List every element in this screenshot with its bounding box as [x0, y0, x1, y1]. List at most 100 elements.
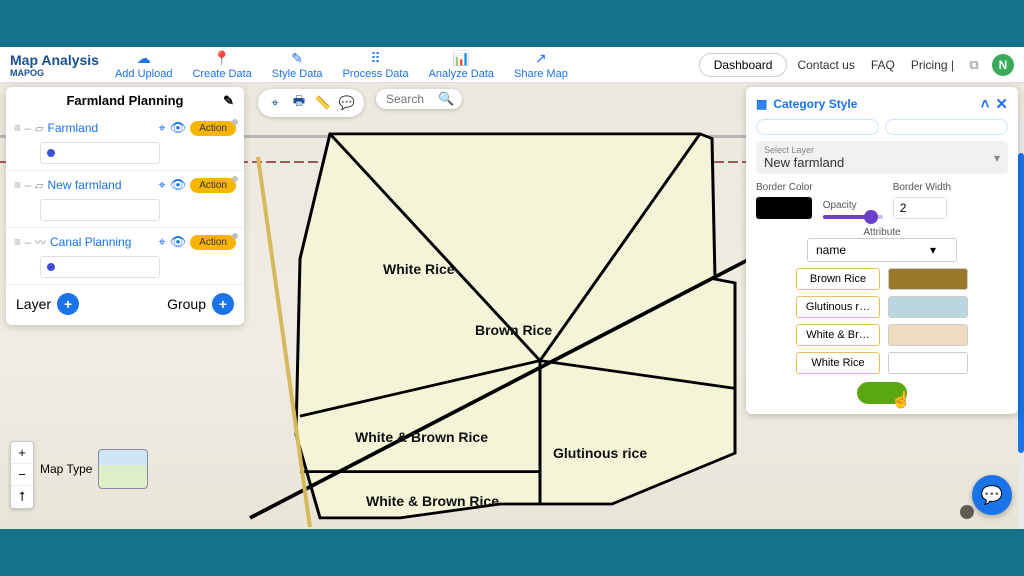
- process-icon: ⠿: [370, 50, 380, 67]
- apply-button[interactable]: [857, 382, 907, 404]
- line-icon: 〰: [35, 234, 46, 250]
- print-icon[interactable]: 🖶: [288, 92, 310, 114]
- drag-handle-icon[interactable]: ≡ –: [14, 121, 31, 135]
- category-label[interactable]: Glutinous r…: [796, 296, 880, 318]
- map-label-white-rice: White Rice: [383, 261, 455, 277]
- menu-create-data[interactable]: 📍Create Data: [184, 48, 259, 82]
- measure-icon[interactable]: 📏: [312, 92, 334, 114]
- layer-name[interactable]: Farmland: [47, 121, 154, 135]
- attribute-select[interactable]: name ▾: [807, 238, 957, 262]
- map-label-wb-rice-1: White & Brown Rice: [355, 429, 488, 445]
- action-button[interactable]: Action: [190, 235, 236, 250]
- opacity-label: Opacity: [823, 200, 883, 211]
- layers-panel: Farmland Planning ✎ ≡ – ▱ Farmland ⌖ 👁 A…: [6, 87, 244, 325]
- collapse-icon[interactable]: ˄: [981, 96, 990, 113]
- category-label[interactable]: White Rice: [796, 352, 880, 374]
- menu-share-map[interactable]: ↗Share Map: [506, 48, 576, 82]
- add-group-button[interactable]: +: [212, 293, 234, 315]
- north-arrow-button[interactable]: ⭡: [11, 486, 33, 508]
- drag-handle-icon[interactable]: ≡ –: [14, 178, 31, 192]
- pricing-link[interactable]: Pricing |: [905, 58, 960, 72]
- category-row: Brown Rice: [796, 268, 968, 290]
- select-layer-dropdown[interactable]: Select Layer New farmland ▾: [756, 141, 1008, 174]
- action-button[interactable]: Action: [190, 121, 236, 136]
- map-search[interactable]: 🔍: [376, 89, 462, 109]
- menu-style-data[interactable]: ✎Style Data: [264, 48, 331, 82]
- search-icon[interactable]: 🔍: [438, 91, 454, 107]
- add-layer-button[interactable]: +: [57, 293, 79, 315]
- chevron-down-icon: ▾: [930, 243, 936, 257]
- layer-style-swatch[interactable]: [40, 256, 160, 278]
- border-width-label: Border Width: [893, 182, 951, 193]
- zoom-to-icon[interactable]: ⌖: [158, 177, 165, 193]
- maptype-thumbnail[interactable]: [98, 449, 148, 489]
- drag-handle-icon[interactable]: ≡ –: [14, 235, 31, 249]
- category-list: Brown Rice Glutinous r… White & Br… Whit…: [756, 268, 1008, 374]
- close-icon[interactable]: ✕: [995, 95, 1008, 113]
- menu-add-upload[interactable]: ☁Add Upload: [107, 48, 181, 82]
- layer-row: ≡ – 〰 Canal Planning ⌖ 👁 Action: [6, 228, 244, 285]
- border-color-swatch[interactable]: [756, 197, 812, 219]
- visibility-icon[interactable]: 👁: [170, 177, 187, 193]
- map-label-brown-rice: Brown Rice: [475, 322, 552, 338]
- layer-style-swatch[interactable]: [40, 142, 160, 164]
- edit-title-icon[interactable]: ✎: [223, 93, 234, 109]
- zoom-out-button[interactable]: −: [11, 464, 33, 486]
- dashboard-button[interactable]: Dashboard: [699, 53, 788, 77]
- layer-name[interactable]: Canal Planning: [50, 235, 154, 249]
- category-label[interactable]: White & Br…: [796, 324, 880, 346]
- chevron-down-icon: ▾: [994, 151, 1000, 165]
- pencil-icon: ✎: [291, 50, 303, 67]
- visibility-icon[interactable]: 👁: [170, 120, 187, 136]
- faq-link[interactable]: FAQ: [865, 58, 901, 72]
- layer-name[interactable]: New farmland: [47, 178, 154, 192]
- style-mode-tabs[interactable]: [756, 119, 1008, 135]
- contact-link[interactable]: Contact us: [791, 58, 860, 72]
- maptype-label: Map Type: [40, 462, 92, 476]
- zoom-in-button[interactable]: +: [11, 442, 33, 464]
- brand-sub: MAPOG: [10, 68, 103, 78]
- category-color-swatch[interactable]: [888, 268, 968, 290]
- border-width-input[interactable]: [893, 197, 947, 219]
- maptype-switcher: Map Type: [40, 449, 148, 489]
- main-area: White Rice Brown Rice White & Brown Rice…: [0, 83, 1024, 529]
- category-row: White Rice: [796, 352, 968, 374]
- grid-icon: ▦: [756, 97, 767, 111]
- category-color-swatch[interactable]: [888, 352, 968, 374]
- apps-icon[interactable]: ⧉: [964, 57, 984, 73]
- category-style-panel: ▦ Category Style ˄ ✕ Select Layer New fa…: [746, 87, 1018, 414]
- avatar[interactable]: N: [992, 54, 1014, 76]
- chat-fab[interactable]: 💬: [972, 475, 1012, 515]
- visibility-icon[interactable]: 👁: [170, 234, 187, 250]
- pin-icon: 📍: [213, 50, 230, 67]
- layer-style-swatch[interactable]: [40, 199, 160, 221]
- share-icon: ↗: [535, 50, 547, 67]
- map-label-wb-rice-2: White & Brown Rice: [366, 493, 499, 509]
- attribute-label: Attribute: [756, 227, 1008, 238]
- top-header: Map Analysis MAPOG ☁Add Upload 📍Create D…: [0, 47, 1024, 83]
- comment-icon[interactable]: 💬: [336, 92, 358, 114]
- border-color-label: Border Color: [756, 182, 813, 193]
- category-label[interactable]: Brown Rice: [796, 268, 880, 290]
- menu-process-data[interactable]: ⠿Process Data: [335, 48, 417, 82]
- category-color-swatch[interactable]: [888, 324, 968, 346]
- polygon-icon: ▱: [35, 179, 43, 192]
- brand-title: Map Analysis: [10, 52, 99, 68]
- chart-icon: 📊: [453, 50, 470, 67]
- vertical-scrollbar[interactable]: [1018, 119, 1024, 529]
- search-input[interactable]: [386, 92, 432, 106]
- zoom-to-icon[interactable]: ⌖: [158, 120, 165, 136]
- add-group-label: Group: [167, 296, 206, 312]
- cloud-upload-icon: ☁: [137, 50, 151, 67]
- zoom-to-icon[interactable]: ⌖: [158, 234, 165, 250]
- logo: Map Analysis MAPOG: [10, 52, 103, 78]
- menu-analyze-data[interactable]: 📊Analyze Data: [421, 48, 502, 82]
- category-color-swatch[interactable]: [888, 296, 968, 318]
- action-button[interactable]: Action: [190, 178, 236, 193]
- opacity-slider[interactable]: [823, 215, 883, 219]
- locate-icon[interactable]: ⌖: [264, 92, 286, 114]
- panel-footer: Layer+ Group+: [6, 285, 244, 325]
- panel-heading: Category Style: [773, 97, 974, 111]
- map-label-glutinous: Glutinous rice: [553, 445, 647, 461]
- attribution-icon[interactable]: [960, 505, 974, 519]
